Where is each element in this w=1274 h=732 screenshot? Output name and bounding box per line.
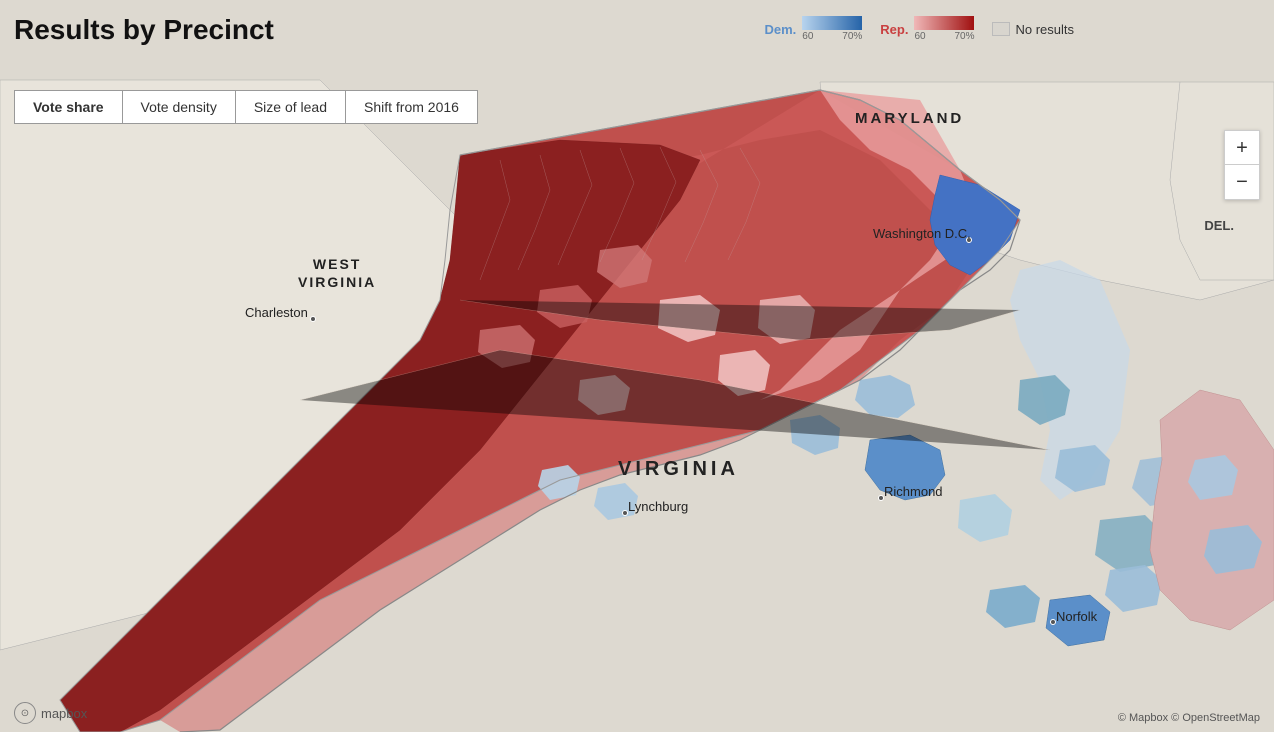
dem-gradient (802, 16, 862, 30)
mapbox-logo: ⊙ mapbox (14, 702, 87, 724)
mapbox-wordmark: mapbox (41, 706, 87, 721)
rep-scale: 60 70% (914, 31, 974, 42)
legend-no-results: No results (992, 22, 1074, 37)
zoom-in-button[interactable]: + (1225, 131, 1259, 165)
charleston-dot (310, 316, 316, 322)
tab-shift-from-2016[interactable]: Shift from 2016 (346, 91, 477, 123)
zoom-out-button[interactable]: − (1225, 165, 1259, 199)
mapbox-circle-icon: ⊙ (14, 702, 36, 724)
tab-vote-density[interactable]: Vote density (123, 91, 236, 123)
page-title: Results by Precinct (14, 14, 274, 45)
title-area: Results by Precinct (14, 14, 274, 46)
dem-label: Dem. (765, 22, 797, 37)
richmond-dot (878, 495, 884, 501)
norfolk-dot (1050, 619, 1056, 625)
legend: Dem. 60 70% Rep. 60 70% No results (765, 16, 1075, 42)
map-container: Results by Precinct Dem. 60 70% Rep. 60 … (0, 0, 1274, 732)
dem-scale: 60 70% (802, 31, 862, 42)
no-results-box (992, 22, 1010, 36)
tab-size-of-lead[interactable]: Size of lead (236, 91, 346, 123)
rep-gradient (914, 16, 974, 30)
legend-dem: Dem. 60 70% (765, 16, 863, 42)
delaware-label: DEL. (1204, 218, 1234, 233)
legend-rep: Rep. 60 70% (880, 16, 974, 42)
tabs-container: Vote share Vote density Size of lead Shi… (14, 90, 478, 124)
zoom-controls: + − (1224, 130, 1260, 200)
rep-label: Rep. (880, 22, 908, 37)
tab-vote-share[interactable]: Vote share (15, 91, 123, 123)
map-attribution: © Mapbox © OpenStreetMap (1118, 712, 1260, 724)
no-results-label: No results (1015, 22, 1074, 37)
lynchburg-dot (622, 510, 628, 516)
washington-dc-dot (966, 237, 972, 243)
